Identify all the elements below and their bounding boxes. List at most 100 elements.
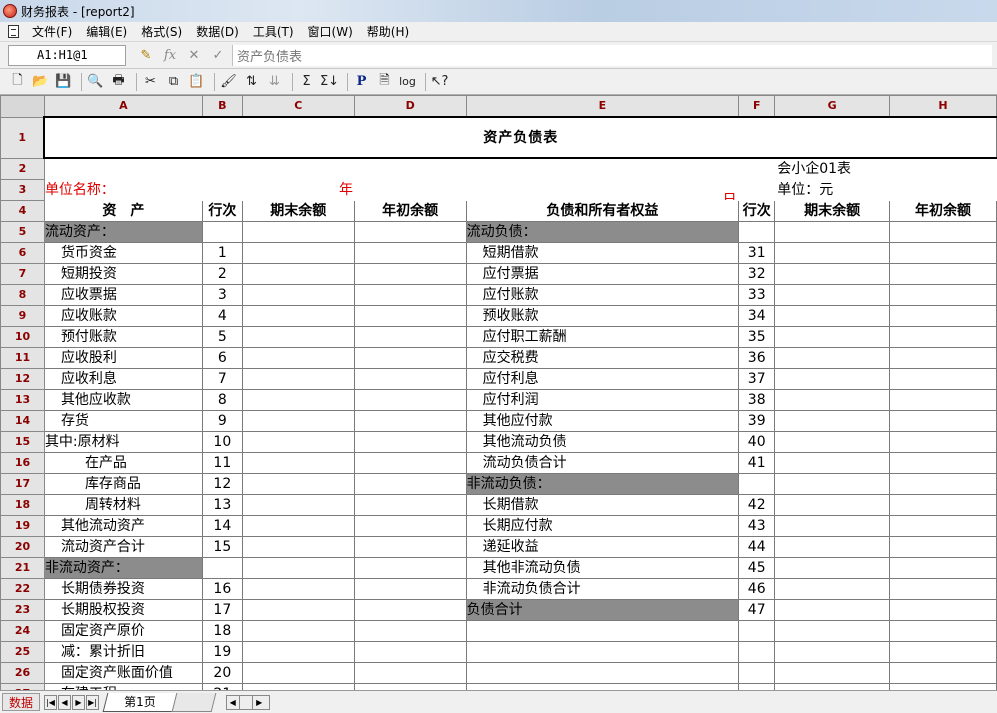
liability-item[interactable]: 短期借款 bbox=[465, 242, 740, 264]
liability-begin-balance[interactable] bbox=[889, 620, 997, 642]
liability-item[interactable]: 应付利润 bbox=[465, 389, 740, 411]
liability-begin-balance[interactable] bbox=[889, 557, 997, 579]
liability-item[interactable]: 长期借款 bbox=[465, 494, 740, 516]
menu-help[interactable]: 帮助(H) bbox=[360, 22, 416, 42]
liability-item[interactable]: 其他应付款 bbox=[465, 410, 740, 432]
liability-begin-balance[interactable] bbox=[889, 221, 997, 243]
row-header[interactable]: 25 bbox=[0, 641, 45, 663]
asset-end-balance[interactable] bbox=[241, 263, 355, 285]
last-sheet-icon[interactable]: ▶| bbox=[86, 694, 99, 710]
liability-line-no[interactable]: 37 bbox=[738, 368, 776, 390]
liability-line-no[interactable]: 40 bbox=[738, 431, 776, 453]
liability-begin-balance[interactable] bbox=[889, 326, 997, 348]
liability-line-no[interactable]: 35 bbox=[738, 326, 776, 348]
log-icon[interactable]: log bbox=[398, 72, 417, 91]
row-header[interactable]: 21 bbox=[0, 557, 45, 579]
liability-begin-balance[interactable] bbox=[889, 515, 997, 537]
print-preview-icon[interactable]: 🔍 bbox=[86, 72, 105, 91]
asset-end-balance[interactable] bbox=[241, 431, 355, 453]
asset-end-balance[interactable] bbox=[241, 578, 355, 600]
asset-begin-balance[interactable] bbox=[353, 221, 467, 243]
asset-end-balance[interactable] bbox=[241, 662, 355, 684]
liability-line-no[interactable]: 44 bbox=[738, 536, 776, 558]
app-icon[interactable] bbox=[3, 4, 17, 18]
liability-line-no[interactable]: 32 bbox=[738, 263, 776, 285]
asset-end-balance[interactable] bbox=[241, 326, 355, 348]
liability-item[interactable]: 应付票据 bbox=[465, 263, 740, 285]
asset-line-no[interactable]: 3 bbox=[201, 284, 243, 306]
row-header[interactable]: 22 bbox=[0, 578, 45, 600]
liability-item[interactable]: 递延收益 bbox=[465, 536, 740, 558]
menu-tools[interactable]: 工具(T) bbox=[246, 22, 301, 42]
asset-begin-balance[interactable] bbox=[353, 620, 467, 642]
scroll-left-icon[interactable]: ◀ bbox=[227, 695, 240, 709]
formula-input[interactable] bbox=[232, 44, 992, 66]
liability-line-no[interactable] bbox=[738, 473, 776, 495]
prev-sheet-icon[interactable]: ◀ bbox=[58, 694, 71, 710]
asset-item[interactable]: 库存商品 bbox=[43, 473, 203, 495]
liability-begin-balance[interactable] bbox=[889, 305, 997, 327]
liability-item[interactable]: 应交税费 bbox=[465, 347, 740, 369]
row-header[interactable]: 8 bbox=[0, 284, 45, 306]
liability-end-balance[interactable] bbox=[774, 452, 891, 474]
liability-begin-balance[interactable] bbox=[889, 368, 997, 390]
liability-item[interactable]: 流动负债合计 bbox=[465, 452, 740, 474]
liability-end-balance[interactable] bbox=[774, 473, 891, 495]
help-pointer-icon[interactable]: ↖? bbox=[430, 72, 449, 91]
asset-end-balance[interactable] bbox=[241, 641, 355, 663]
asset-end-balance[interactable] bbox=[241, 557, 355, 579]
asset-begin-balance[interactable] bbox=[353, 326, 467, 348]
asset-begin-balance[interactable] bbox=[353, 305, 467, 327]
spreadsheet-grid[interactable]: A B C D E F G H 1 资产负债表 2 会小企01表 3 单位名称：… bbox=[0, 95, 997, 690]
asset-begin-balance[interactable] bbox=[353, 368, 467, 390]
asset-begin-balance[interactable] bbox=[353, 578, 467, 600]
asset-line-no[interactable]: 1 bbox=[201, 242, 243, 264]
header-begin-balance[interactable]: 年初余额 bbox=[889, 200, 997, 222]
sort-icon[interactable]: ⇅ bbox=[242, 72, 261, 91]
liability-begin-balance[interactable] bbox=[889, 599, 997, 621]
asset-begin-balance[interactable] bbox=[353, 452, 467, 474]
asset-end-balance[interactable] bbox=[241, 242, 355, 264]
asset-begin-balance[interactable] bbox=[353, 242, 467, 264]
liability-end-balance[interactable] bbox=[774, 431, 891, 453]
asset-end-balance[interactable] bbox=[241, 368, 355, 390]
header-begin-balance[interactable]: 年初余额 bbox=[353, 200, 467, 222]
menu-data[interactable]: 数据(D) bbox=[189, 22, 246, 42]
column-header[interactable]: H bbox=[889, 95, 997, 118]
asset-line-no[interactable]: 2 bbox=[201, 263, 243, 285]
asset-line-no[interactable]: 19 bbox=[201, 641, 243, 663]
bookmark-icon[interactable]: 🗎 bbox=[375, 72, 394, 91]
asset-begin-balance[interactable] bbox=[353, 263, 467, 285]
asset-line-no[interactable]: 7 bbox=[201, 368, 243, 390]
asset-end-balance[interactable] bbox=[241, 347, 355, 369]
asset-end-balance[interactable] bbox=[241, 473, 355, 495]
row-header[interactable]: 9 bbox=[0, 305, 45, 327]
liability-item[interactable]: 其他流动负债 bbox=[465, 431, 740, 453]
asset-item[interactable]: 货币资金 bbox=[43, 242, 203, 264]
liability-item[interactable] bbox=[465, 620, 740, 642]
liability-line-no[interactable]: 45 bbox=[738, 557, 776, 579]
row-header[interactable]: 10 bbox=[0, 326, 45, 348]
asset-begin-balance[interactable] bbox=[353, 410, 467, 432]
liability-end-balance[interactable] bbox=[774, 620, 891, 642]
horizontal-scrollbar[interactable]: ◀ ▶ bbox=[225, 694, 270, 710]
liability-begin-balance[interactable] bbox=[889, 641, 997, 663]
row-header[interactable]: 17 bbox=[0, 473, 45, 495]
menu-file[interactable]: 文件(F) bbox=[25, 22, 79, 42]
open-folder-icon[interactable]: 📂 bbox=[31, 72, 50, 91]
liability-line-no[interactable]: 42 bbox=[738, 494, 776, 516]
asset-begin-balance[interactable] bbox=[353, 347, 467, 369]
liability-end-balance[interactable] bbox=[774, 263, 891, 285]
data-mode-tab[interactable]: 数据 bbox=[2, 693, 40, 711]
header-end-balance[interactable]: 期末余额 bbox=[774, 200, 891, 222]
liability-end-balance[interactable] bbox=[774, 578, 891, 600]
asset-item[interactable]: 应收股利 bbox=[43, 347, 203, 369]
liability-end-balance[interactable] bbox=[774, 326, 891, 348]
row-header[interactable]: 12 bbox=[0, 368, 45, 390]
liability-end-balance[interactable] bbox=[774, 515, 891, 537]
row-header[interactable]: 4 bbox=[0, 200, 45, 222]
next-sheet-icon[interactable]: ▶ bbox=[72, 694, 85, 710]
liability-line-no[interactable]: 47 bbox=[738, 599, 776, 621]
row-header[interactable]: 24 bbox=[0, 620, 45, 642]
cancel-icon[interactable]: ✕ bbox=[184, 45, 204, 65]
